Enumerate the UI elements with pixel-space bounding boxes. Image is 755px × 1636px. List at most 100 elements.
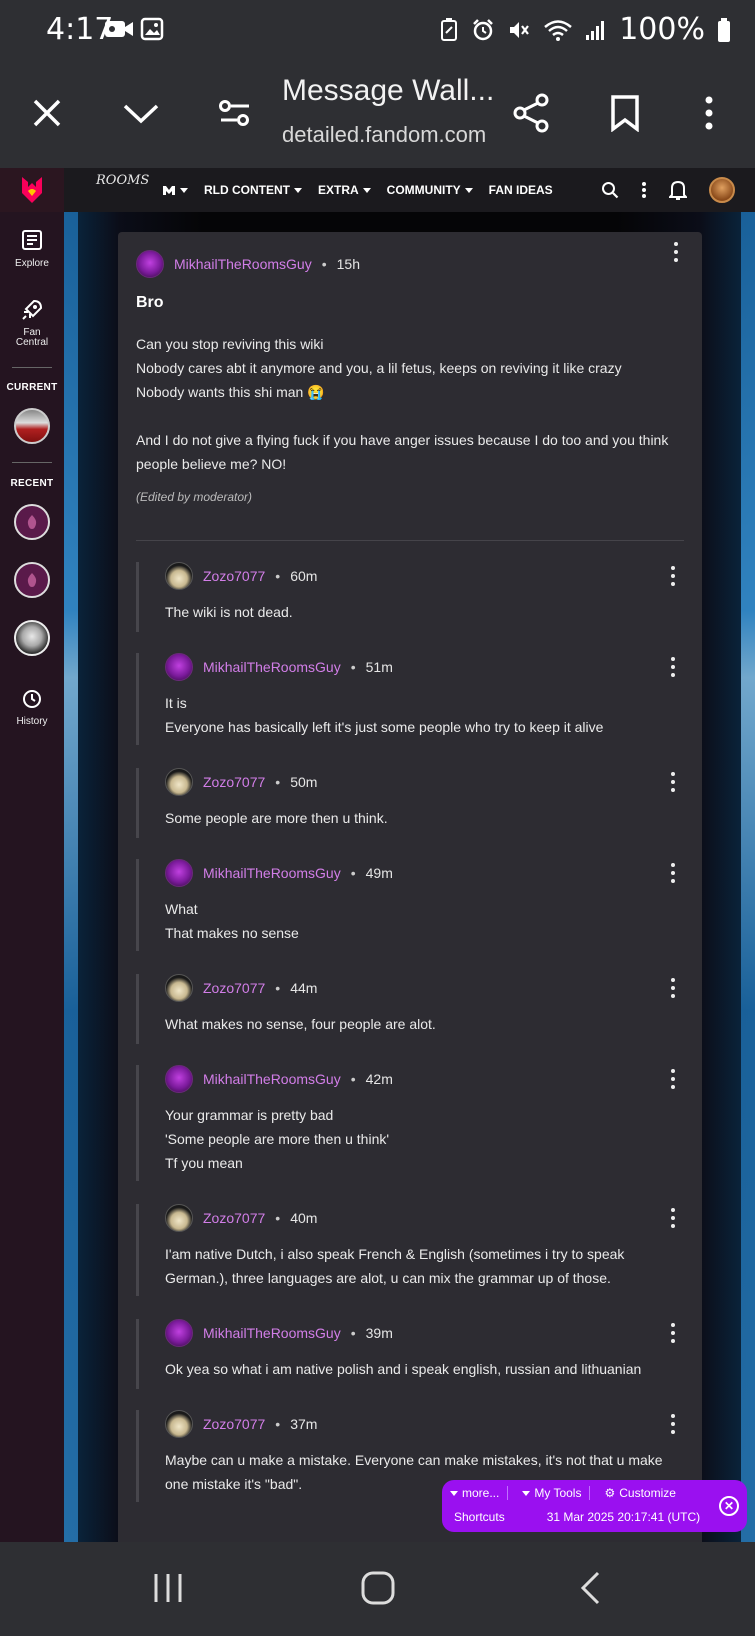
clock-icon xyxy=(23,690,41,708)
sidebar-current-heading: CURRENT xyxy=(6,382,58,393)
reply-author[interactable]: MikhailTheRoomsGuy xyxy=(203,659,341,675)
reply-author[interactable]: Zozo7077 xyxy=(203,980,265,996)
fandom-logo[interactable] xyxy=(0,168,64,212)
reply-time[interactable]: 42m xyxy=(366,1071,393,1087)
reply-options-icon[interactable] xyxy=(670,772,676,792)
reply-options-icon[interactable] xyxy=(670,566,676,586)
more-vertical-icon[interactable] xyxy=(641,181,647,199)
avatar[interactable] xyxy=(165,859,193,887)
caret-down-icon xyxy=(450,1490,458,1496)
reply-time[interactable]: 39m xyxy=(366,1325,393,1341)
utc-clock: 31 Mar 2025 20:17:41 (UTC) xyxy=(546,1510,701,1524)
recent-apps-icon[interactable] xyxy=(152,1570,184,1606)
reply-time[interactable]: 49m xyxy=(366,865,393,881)
status-bar: 4:17 100% xyxy=(0,0,755,62)
wiki-wordmark[interactable]: ROOMS xyxy=(96,174,149,188)
reply-time[interactable]: 50m xyxy=(290,774,317,790)
reply-text: Ok yea so what i am native polish and i … xyxy=(165,1361,642,1377)
page-title[interactable]: Message Wall... xyxy=(282,74,494,108)
reply-options-icon[interactable] xyxy=(670,978,676,998)
nav-extra[interactable]: EXTRA xyxy=(318,183,371,197)
notification-bell-icon[interactable] xyxy=(669,179,687,201)
kebab-menu-icon xyxy=(705,96,713,130)
reply-options-icon[interactable] xyxy=(670,863,676,883)
bookmark-button[interactable] xyxy=(602,90,648,136)
reply-author[interactable]: Zozo7077 xyxy=(203,1210,265,1226)
sidebar-fan-central[interactable]: Fan Central xyxy=(0,298,64,348)
search-icon[interactable] xyxy=(601,181,619,199)
recent-wiki-1[interactable] xyxy=(14,504,50,540)
reply-options-icon[interactable] xyxy=(670,1069,676,1089)
wifi-icon xyxy=(544,19,573,41)
avatar[interactable] xyxy=(136,250,164,278)
reply-text: Your grammar is pretty bad 'Some people … xyxy=(165,1107,390,1171)
my-tools-button[interactable]: My Tools xyxy=(522,1486,591,1500)
more-options-button[interactable] xyxy=(686,90,732,136)
reply-item: Zozo7077 • 60m The wiki is not dead. xyxy=(136,562,684,632)
user-avatar[interactable] xyxy=(709,177,735,203)
close-tab-button[interactable] xyxy=(24,90,70,136)
minimize-button[interactable] xyxy=(118,90,164,136)
avatar[interactable] xyxy=(165,1319,193,1347)
reply-author[interactable]: MikhailTheRoomsGuy xyxy=(203,1325,341,1341)
sidebar-explore[interactable]: Explore xyxy=(0,228,64,269)
reply-author[interactable]: Zozo7077 xyxy=(203,1416,265,1432)
nav-fan-ideas[interactable]: FAN IDEAS xyxy=(489,183,553,197)
reply-options-icon[interactable] xyxy=(670,1208,676,1228)
reply-options-icon[interactable] xyxy=(670,657,676,677)
reply-author[interactable]: MikhailTheRoomsGuy xyxy=(203,865,341,881)
post-options-icon[interactable] xyxy=(673,242,679,262)
post-paragraph: Can you stop reviving this wiki Nobody c… xyxy=(136,336,622,400)
url-field[interactable]: detailed.fandom.com xyxy=(282,122,486,148)
nav-rld-content[interactable]: RLD CONTENT xyxy=(204,183,302,197)
reply-time[interactable]: 37m xyxy=(290,1416,317,1432)
recent-wiki-3[interactable] xyxy=(14,620,50,656)
caret-down-icon xyxy=(294,187,302,193)
reply-options-icon[interactable] xyxy=(670,1323,676,1343)
reply-time[interactable]: 60m xyxy=(290,568,317,584)
reply-time[interactable]: 44m xyxy=(290,980,317,996)
close-icon xyxy=(33,99,61,127)
edited-note: (Edited by moderator) xyxy=(136,490,253,504)
nav-community[interactable]: COMMUNITY xyxy=(387,183,473,197)
rocket-icon xyxy=(22,299,43,320)
avatar[interactable] xyxy=(165,562,193,590)
page-settings-button[interactable] xyxy=(212,90,258,136)
current-wiki-avatar[interactable] xyxy=(14,408,50,444)
close-toolbar-button[interactable]: ✕ xyxy=(719,1496,739,1516)
reply-time[interactable]: 40m xyxy=(290,1210,317,1226)
post-body: Can you stop reviving this wiki Nobody c… xyxy=(136,332,686,476)
customize-button[interactable]: ⚙ Customize xyxy=(604,1486,683,1500)
battery-percent: 100% xyxy=(619,12,705,47)
bookmark-icon xyxy=(611,95,639,132)
avatar[interactable] xyxy=(165,1410,193,1438)
post-header: MikhailTheRoomsGuy • 15h xyxy=(136,250,360,278)
avatar[interactable] xyxy=(165,653,193,681)
mute-icon xyxy=(510,21,530,38)
more-button[interactable]: more... xyxy=(450,1486,509,1500)
post-paragraph: And I do not give a flying fuck if you h… xyxy=(136,432,669,472)
share-button[interactable] xyxy=(508,90,554,136)
reply-options-icon[interactable] xyxy=(670,1414,676,1434)
avatar[interactable] xyxy=(165,768,193,796)
nav-wiki-menu[interactable] xyxy=(162,184,188,196)
home-icon[interactable] xyxy=(360,1570,396,1606)
battery-icon xyxy=(718,17,730,42)
post-author[interactable]: MikhailTheRoomsGuy xyxy=(174,256,312,272)
wiki-top-navigation: ROOMS RLD CONTENT EXTRA COMMUNITY FAN ID… xyxy=(0,168,755,212)
sidebar-history[interactable]: History xyxy=(0,688,64,727)
reply-author[interactable]: Zozo7077 xyxy=(203,774,265,790)
reply-item: MikhailTheRoomsGuy • 42m Your grammar is p… xyxy=(136,1065,684,1181)
reply-item: Zozo7077 • 40m I'am native Dutch, i also s… xyxy=(136,1204,684,1296)
avatar[interactable] xyxy=(165,1065,193,1093)
reply-item: MikhailTheRoomsGuy • 49m What That makes n… xyxy=(136,859,684,951)
recent-wiki-2[interactable] xyxy=(14,562,50,598)
back-icon[interactable] xyxy=(578,1570,604,1606)
reply-time[interactable]: 51m xyxy=(366,659,393,675)
reply-author[interactable]: MikhailTheRoomsGuy xyxy=(203,1071,341,1087)
avatar[interactable] xyxy=(165,1204,193,1232)
post-time[interactable]: 15h xyxy=(337,256,360,272)
avatar[interactable] xyxy=(165,974,193,1002)
shortcuts-button[interactable]: Shortcuts xyxy=(454,1510,505,1524)
reply-author[interactable]: Zozo7077 xyxy=(203,568,265,584)
